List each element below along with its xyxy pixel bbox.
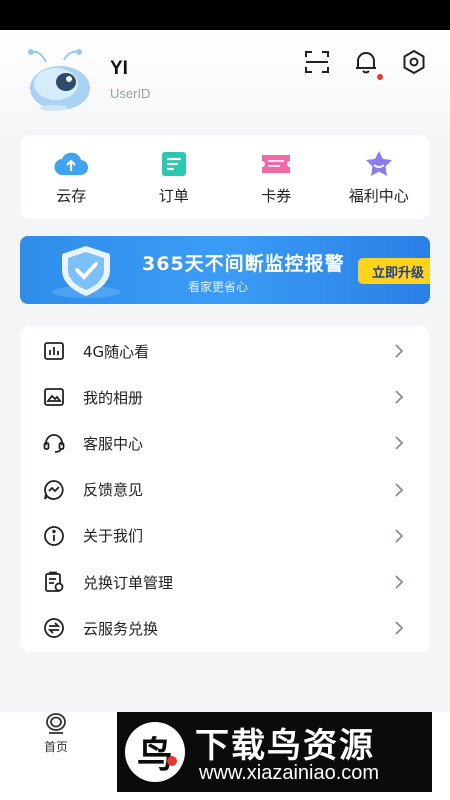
menu-label: 反馈意见: [83, 481, 144, 500]
order-icon: [157, 149, 191, 179]
watermark-logo: 鸟: [125, 722, 185, 782]
chevron-right-icon: [394, 435, 406, 451]
coupon-icon: [259, 149, 293, 179]
menu-item-redeem-orders[interactable]: 兑换订单管理: [20, 559, 430, 605]
menu-item-album[interactable]: 我的相册: [20, 374, 430, 420]
photo-album-icon: [42, 385, 66, 409]
menu-item-support[interactable]: 客服中心: [20, 420, 430, 466]
quick-action-coupons[interactable]: 卡券: [225, 135, 328, 219]
chevron-right-icon: [394, 620, 406, 636]
menu-label: 云服务兑换: [83, 619, 159, 638]
quick-actions: 云存 订单 卡券 福利中心: [20, 135, 430, 219]
watermark-title: 下载鸟资源: [195, 726, 375, 766]
banner-subtitle: 看家更省心: [188, 280, 249, 294]
chevron-right-icon: [394, 343, 406, 359]
quick-action-label: 福利中心: [348, 187, 409, 205]
sim-card-icon: [42, 339, 66, 363]
exchange-icon: [42, 616, 66, 640]
chevron-right-icon: [394, 389, 406, 405]
chevron-right-icon: [394, 482, 406, 498]
chevron-right-icon: [394, 574, 406, 590]
username: YI: [110, 58, 128, 79]
tab-home-label: 首页: [43, 740, 68, 754]
feedback-icon: [42, 478, 66, 502]
quick-action-label: 卡券: [261, 187, 292, 205]
menu-label: 关于我们: [83, 527, 144, 546]
menu-item-cloud-redeem[interactable]: 云服务兑换: [20, 605, 430, 651]
menu-label: 客服中心: [83, 434, 144, 453]
menu-item-about[interactable]: 关于我们: [20, 513, 430, 559]
info-icon: [42, 524, 66, 548]
notification-dot: [377, 74, 383, 80]
quick-action-cloud-storage[interactable]: 云存: [20, 135, 123, 219]
tab-home[interactable]: 首页: [36, 712, 76, 755]
avatar[interactable]: [24, 48, 94, 112]
profile-header: YI UserID: [0, 30, 450, 130]
menu-label: 4G随心看: [83, 342, 150, 361]
quick-action-label: 云存: [56, 187, 87, 205]
quick-action-orders[interactable]: 订单: [123, 135, 226, 219]
quick-action-benefits[interactable]: 福利中心: [328, 135, 431, 219]
shield-icon: [46, 242, 126, 300]
scan-icon[interactable]: [303, 48, 331, 76]
cloud-upload-icon: [54, 149, 89, 179]
settings-menu: 4G随心看 我的相册 客服中心 反馈意见 关于我们 兑换订单管理 云服务兑换: [20, 326, 430, 652]
upgrade-banner[interactable]: 365天不间断监控报警 看家更省心 立即升级: [20, 236, 430, 304]
menu-label: 兑换订单管理: [83, 573, 174, 592]
upgrade-button[interactable]: 立即升级: [358, 258, 430, 284]
status-bar: [0, 0, 450, 30]
star-badge-icon: [362, 149, 396, 179]
clipboard-icon: [42, 570, 66, 594]
menu-item-feedback[interactable]: 反馈意见: [20, 467, 430, 513]
bell-icon[interactable]: [352, 48, 380, 76]
settings-icon[interactable]: [400, 48, 428, 76]
watermark: 鸟 下载鸟资源 www.xiazainiao.com: [117, 712, 432, 792]
menu-item-4g[interactable]: 4G随心看: [20, 328, 430, 374]
menu-label: 我的相册: [83, 388, 144, 407]
watermark-url: www.xiazainiao.com: [199, 762, 380, 784]
chevron-right-icon: [394, 528, 406, 544]
banner-title: 365天不间断监控报警: [142, 253, 345, 275]
quick-action-label: 订单: [158, 187, 189, 205]
headset-icon: [42, 431, 66, 455]
camera-home-icon: [44, 712, 68, 736]
user-id: UserID: [110, 86, 151, 101]
